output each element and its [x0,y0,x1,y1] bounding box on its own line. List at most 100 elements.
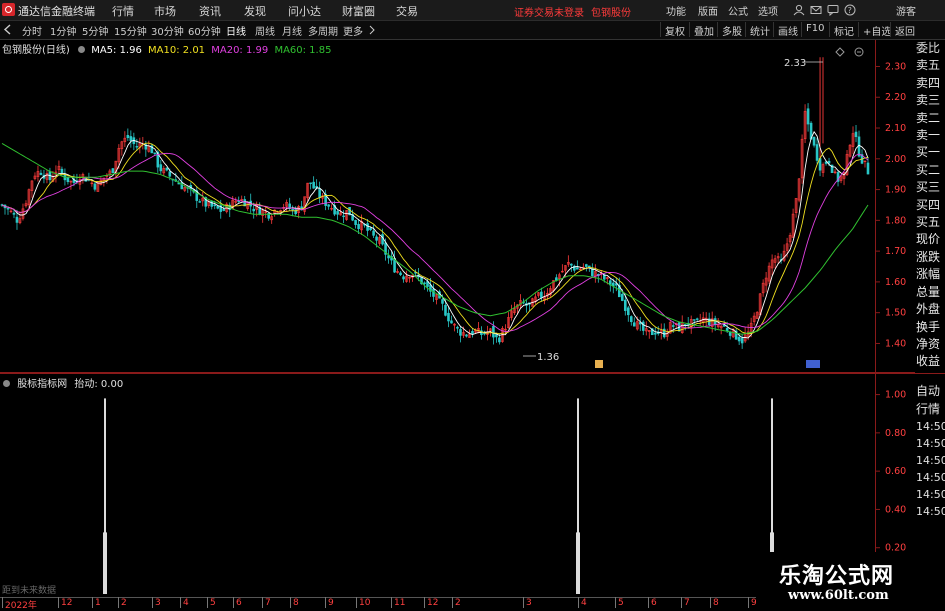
candle-body [366,223,369,231]
menu-function[interactable]: 功能 [666,3,686,18]
side-quote-item[interactable]: 买一 [916,144,945,161]
event-marker-icon[interactable] [595,360,603,368]
side-quote-item[interactable]: 买五 [916,214,945,231]
help-icon[interactable]: ? [844,4,856,16]
side-quote-item[interactable]: 卖一 [916,127,945,144]
menu-trade[interactable]: 交易 [396,3,418,19]
menu-layout[interactable]: 版面 [698,3,718,18]
candle-body [399,272,402,276]
menu-formula[interactable]: 公式 [728,3,748,18]
side-quote-item[interactable]: 卖五 [916,57,945,74]
date-tick [356,597,357,608]
side-quote-item[interactable]: 换手 [916,319,945,336]
menu-ask[interactable]: 问小达 [288,3,321,19]
period-multi[interactable]: 多周期 [308,23,338,38]
chevron-right-icon[interactable] [368,25,376,35]
menu-wealth[interactable]: 财富圈 [342,3,375,19]
event-badge-icon[interactable] [806,360,820,368]
period-15min[interactable]: 15分钟 [114,23,147,38]
date-label: 5 [210,598,216,608]
candle-body [153,152,157,154]
tool-draw[interactable]: 画线 [773,22,802,38]
ma60-label: MA60: 1.85 [274,45,332,56]
kline-chart[interactable]: 2.30 2.20 2.10 2.00 1.90 1.80 1.70 1.60 1.50 1.40… [0,40,915,373]
side-quote-item[interactable]: 总量 [916,284,945,301]
candle-body [498,337,501,343]
side-quote-item[interactable]: 现价 [916,231,945,248]
price-tick-label: 2.20 [885,92,906,103]
side-quote-item[interactable]: 卖二 [916,110,945,127]
login-notice[interactable]: 证券交易未登录 [514,4,584,19]
menu-discover[interactable]: 发现 [244,3,266,19]
time-label: 14:50 [916,471,945,484]
side-quote[interactable]: 行情 [916,400,945,418]
candle-body [354,220,357,225]
indicator-title[interactable]: 股标指标网 [17,379,67,390]
collapse-arrow-icon[interactable] [3,24,13,35]
period-more[interactable]: 更多 [343,23,363,38]
side-quote-item[interactable]: 买三 [916,179,945,196]
main-legend: 包钢股份(日线) MA5: 1.96 MA10: 2.01 MA20: 1.99… [2,41,331,56]
side-quote-item[interactable]: 收益 [916,353,945,370]
side-quote-item[interactable]: 买四 [916,197,945,214]
period-30min[interactable]: 30分钟 [151,23,184,38]
side-quote-item[interactable]: 净资 [916,336,945,353]
side-quote-item[interactable]: 买二 [916,162,945,179]
chart-title: 包钢股份(日线) [2,45,70,56]
period-tick[interactable]: 分时 [22,23,42,38]
side-auto[interactable]: 自动 [916,382,945,400]
settings-dot-icon[interactable] [2,379,11,388]
candle-body [198,201,202,203]
side-quote-item[interactable]: 涨幅 [916,266,945,283]
side-quote-item[interactable]: 涨跌 [916,249,945,266]
side-quote-item[interactable]: 外盘 [916,301,945,318]
tool-multistock[interactable]: 多股 [717,22,746,38]
tool-adjust[interactable]: 复权 [660,22,689,38]
date-label: 4 [581,598,587,608]
date-label: 12 [427,598,439,608]
candle-body [210,200,214,207]
side-quote-item[interactable]: 卖三 [916,92,945,109]
menu-quotes[interactable]: 行情 [112,3,134,19]
time-label: 14:50 [916,420,945,433]
tool-mark[interactable]: 标记 [829,22,858,38]
candle-body [342,215,345,218]
date-tick [152,597,153,608]
menu-options[interactable]: 选项 [758,3,778,18]
menu-market[interactable]: 市场 [154,3,176,19]
mail-icon[interactable] [810,4,822,16]
period-daily[interactable]: 日线 [226,23,246,38]
period-60min[interactable]: 60分钟 [188,23,221,38]
guest-label[interactable]: 游客 [896,3,916,18]
tool-stats[interactable]: 统计 [745,22,774,38]
candle-body [866,162,870,175]
ma5-line [1,130,869,339]
tool-back[interactable]: 返回 [890,22,919,38]
period-weekly[interactable]: 周线 [255,23,275,38]
menu-news[interactable]: 资讯 [199,3,221,19]
side-quote-item[interactable]: 委比 [916,40,945,57]
date-label: 2 [455,598,461,608]
indicator-spikes [103,398,774,594]
indicator-tick-label: 1.00 [885,390,906,401]
user-icon[interactable] [793,4,805,16]
side-quote-item[interactable]: 卖四 [916,75,945,92]
candle-body [540,291,543,298]
date-label: 1 [95,598,101,608]
period-monthly[interactable]: 月线 [282,23,302,38]
date-tick [180,597,181,608]
tool-overlay[interactable]: 叠加 [689,22,718,38]
date-tick [290,597,291,608]
message-icon[interactable] [827,4,839,16]
settings-dot-icon[interactable] [77,45,86,54]
svg-text:?: ? [848,6,852,15]
period-5min[interactable]: 5分钟 [82,23,108,38]
watermark-title: 乐淘公式网 [779,563,895,589]
price-tick-label: 2.00 [885,154,906,165]
current-stock-name: 包钢股份 [591,8,631,19]
top-menu-bar: 通达信金融终端 行情 市场 资讯 发现 问小达 财富圈 交易 证券交易未登录 包… [0,0,945,21]
period-1min[interactable]: 1分钟 [50,23,76,38]
candle-body [357,223,360,229]
tool-f10[interactable]: F10 [801,22,828,37]
high-label: 2.33 [784,58,806,69]
